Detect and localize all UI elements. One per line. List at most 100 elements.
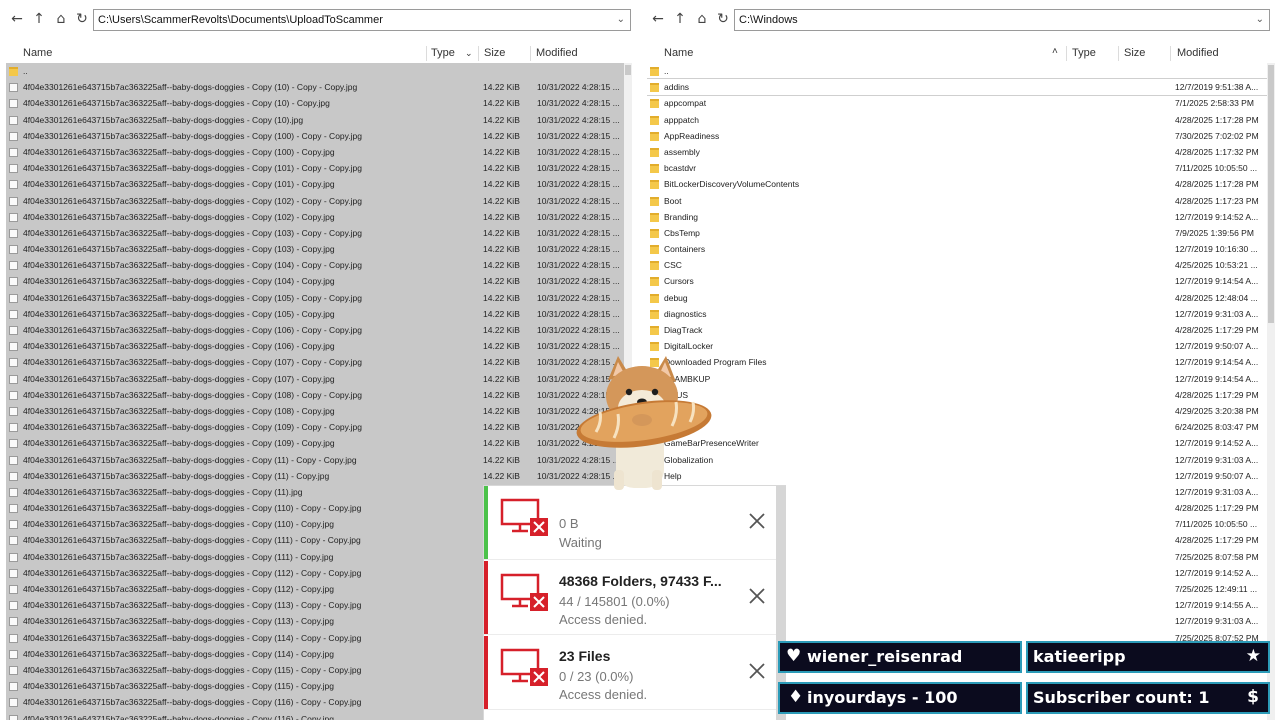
column-type[interactable]: Type <box>1072 47 1096 59</box>
list-item[interactable]: Boot 4/28/2025 1:17:23 PM <box>647 193 1268 209</box>
list-item[interactable]: 4/29/2025 3:20:38 PM <box>647 403 1268 419</box>
list-item[interactable]: 4f04e3301261e643715b7ac363225aff--baby-d… <box>6 225 627 241</box>
list-item[interactable]: 4f04e3301261e643715b7ac363225aff--baby-d… <box>6 322 627 338</box>
right-address-bar[interactable]: C:\Windows ⌄ <box>734 9 1270 31</box>
left-scroll-thumb[interactable] <box>625 65 631 75</box>
list-item[interactable]: diagnostics 12/7/2019 9:31:03 A... <box>647 306 1268 322</box>
column-type[interactable]: Type <box>431 47 455 59</box>
folder-modified: 7/25/2025 8:07:58 PM <box>1175 551 1259 562</box>
list-item[interactable]: Help 12/7/2019 9:50:07 A... <box>647 468 1268 484</box>
file-name: 4f04e3301261e643715b7ac363225aff--baby-d… <box>23 146 335 157</box>
list-item[interactable]: appcompat 7/1/2025 2:58:33 PM <box>647 95 1268 111</box>
file-icon <box>9 455 18 465</box>
close-icon[interactable] <box>748 587 766 605</box>
transfer-item[interactable]: 23 Files 0 / 23 (0.0%) Access denied. <box>484 636 776 710</box>
home-icon[interactable]: ⌂ <box>52 10 70 28</box>
list-item[interactable]: 4f04e3301261e643715b7ac363225aff--baby-d… <box>6 128 627 144</box>
list-item[interactable]: Globalization 12/7/2019 9:31:03 A... <box>647 452 1268 468</box>
refresh-icon[interactable]: ↻ <box>714 10 732 28</box>
list-item[interactable]: apppatch 4/28/2025 1:17:28 PM <box>647 112 1268 128</box>
folder-icon <box>650 147 659 157</box>
list-item[interactable]: debug 4/28/2025 12:48:04 ... <box>647 290 1268 306</box>
list-item[interactable]: 4f04e3301261e643715b7ac363225aff--baby-d… <box>6 354 627 370</box>
column-size[interactable]: Size <box>484 47 505 59</box>
left-address-bar[interactable]: C:\Users\ScammerRevolts\Documents\Upload… <box>93 9 631 31</box>
column-name[interactable]: Name <box>23 47 52 59</box>
list-item[interactable]: Downloaded Program Files 12/7/2019 9:14:5… <box>647 354 1268 370</box>
up-arrow-icon[interactable]: ↑ <box>30 10 48 28</box>
list-item[interactable]: 4f04e3301261e643715b7ac363225aff--baby-d… <box>6 257 627 273</box>
list-item[interactable]: Branding 12/7/2019 9:14:52 A... <box>647 209 1268 225</box>
refresh-icon[interactable]: ↻ <box>73 10 91 28</box>
up-arrow-icon[interactable]: ↑ <box>671 10 689 28</box>
list-item[interactable]: CbsTemp 7/9/2025 1:39:56 PM <box>647 225 1268 241</box>
list-item[interactable]: 4f04e3301261e643715b7ac363225aff--baby-d… <box>6 338 627 354</box>
back-arrow-icon[interactable]: ← <box>649 10 667 28</box>
column-name[interactable]: Name <box>664 47 693 59</box>
close-icon[interactable] <box>748 662 766 680</box>
list-item[interactable]: 4f04e3301261e643715b7ac363225aff--baby-d… <box>6 452 627 468</box>
list-item[interactable]: Containers 12/7/2019 10:16:30 ... <box>647 241 1268 257</box>
list-item[interactable]: 4f04e3301261e643715b7ac363225aff--baby-d… <box>6 241 627 257</box>
column-modified[interactable]: Modified <box>1177 47 1219 59</box>
file-icon <box>9 180 18 190</box>
file-name: 4f04e3301261e643715b7ac363225aff--baby-d… <box>23 632 362 643</box>
list-item[interactable]: 4f04e3301261e643715b7ac363225aff--baby-d… <box>6 144 627 160</box>
right-scroll-thumb[interactable] <box>1268 65 1274 323</box>
column-modified[interactable]: Modified <box>536 47 578 59</box>
list-item[interactable]: ELAMBKUP 12/7/2019 9:14:54 A... <box>647 371 1268 387</box>
file-icon <box>9 245 18 255</box>
list-item[interactable]: 4f04e3301261e643715b7ac363225aff--baby-d… <box>6 176 627 192</box>
list-item[interactable]: 4f04e3301261e643715b7ac363225aff--baby-d… <box>6 95 627 111</box>
folder-icon <box>650 342 659 352</box>
list-item[interactable]: 4f04e3301261e643715b7ac363225aff--baby-d… <box>6 306 627 322</box>
list-item[interactable]: DigitalLocker 12/7/2019 9:50:07 A... <box>647 338 1268 354</box>
list-item[interactable]: 4f04e3301261e643715b7ac363225aff--baby-d… <box>6 193 627 209</box>
home-icon[interactable]: ⌂ <box>693 10 711 28</box>
right-scrollbar[interactable] <box>1267 63 1275 720</box>
list-item[interactable]: 4f04e3301261e643715b7ac363225aff--baby-d… <box>6 371 627 387</box>
column-size[interactable]: Size <box>1124 47 1145 59</box>
transfer-item[interactable]: 0 B Waiting <box>484 486 776 560</box>
list-item[interactable]: CSC 4/25/2025 10:53:21 ... <box>647 257 1268 273</box>
back-arrow-icon[interactable]: ← <box>8 10 26 28</box>
file-icon <box>9 682 18 692</box>
list-item[interactable]: AppReadiness 7/30/2025 7:02:02 PM <box>647 128 1268 144</box>
file-size: 14.22 KiB <box>483 325 520 335</box>
list-item[interactable]: bcastdvr 7/11/2025 10:05:50 ... <box>647 160 1268 176</box>
list-item-parent[interactable]: .. <box>6 63 627 79</box>
list-item[interactable]: 4f04e3301261e643715b7ac363225aff--baby-d… <box>6 160 627 176</box>
list-item[interactable]: 4f04e3301261e643715b7ac363225aff--baby-d… <box>6 273 627 289</box>
list-item[interactable]: 4f04e3301261e643715b7ac363225aff--baby-d… <box>6 79 627 95</box>
file-icon <box>9 261 18 271</box>
chevron-down-icon[interactable]: ⌄ <box>1256 10 1264 30</box>
transfer-item[interactable]: 48368 Folders, 97433 F... 44 / 145801 (0.… <box>484 561 776 635</box>
list-item[interactable]: en-US4/28/2025 1:17:29 PM <box>647 387 1268 403</box>
diamond-icon: ♦ <box>788 687 804 707</box>
right-column-headers: Name ˄ Type Size Modified <box>641 44 1280 62</box>
list-item[interactable]: 4f04e3301261e643715b7ac363225aff--baby-d… <box>6 209 627 225</box>
list-item[interactable]: addins 12/7/2019 9:51:38 A... <box>647 78 1268 97</box>
list-item[interactable]: 4f04e3301261e643715b7ac363225aff--baby-d… <box>6 387 627 403</box>
list-item[interactable]: 4f04e3301261e643715b7ac363225aff--baby-d… <box>6 403 627 419</box>
sort-ascending-icon[interactable]: ˄ <box>1052 46 1058 57</box>
chevron-down-icon[interactable]: ⌄ <box>465 48 473 59</box>
list-item[interactable]: DiagTrack 4/28/2025 1:17:29 PM <box>647 322 1268 338</box>
close-icon[interactable] <box>748 512 766 530</box>
folder-name: CSC <box>664 260 682 271</box>
list-item[interactable]: 4f04e3301261e643715b7ac363225aff--baby-d… <box>6 435 627 451</box>
list-item[interactable]: 4f04e3301261e643715b7ac363225aff--baby-d… <box>6 290 627 306</box>
list-item[interactable]: GameBarPresenceWriter 12/7/2019 9:14:52 A… <box>647 435 1268 451</box>
file-modified: 10/31/2022 4:28:15 ... <box>537 195 620 206</box>
list-item[interactable]: 4f04e3301261e643715b7ac363225aff--baby-d… <box>6 112 627 128</box>
list-item[interactable]: assembly 4/28/2025 1:17:32 PM <box>647 144 1268 160</box>
list-item[interactable]: 4f04e3301261e643715b7ac363225aff--baby-d… <box>6 468 627 484</box>
list-item[interactable]: BitLockerDiscoveryVolumeContents 4/28/202… <box>647 176 1268 192</box>
chevron-down-icon[interactable]: ⌄ <box>617 10 625 30</box>
list-item-parent[interactable]: .. <box>647 63 1268 79</box>
last-follower-name: wiener_reisenrad <box>807 647 963 666</box>
list-item[interactable]: 6/24/2025 8:03:47 PM <box>647 419 1268 435</box>
monitor-error-icon <box>500 498 548 536</box>
list-item[interactable]: Cursors 12/7/2019 9:14:54 A... <box>647 273 1268 289</box>
list-item[interactable]: 4f04e3301261e643715b7ac363225aff--baby-d… <box>6 419 627 435</box>
